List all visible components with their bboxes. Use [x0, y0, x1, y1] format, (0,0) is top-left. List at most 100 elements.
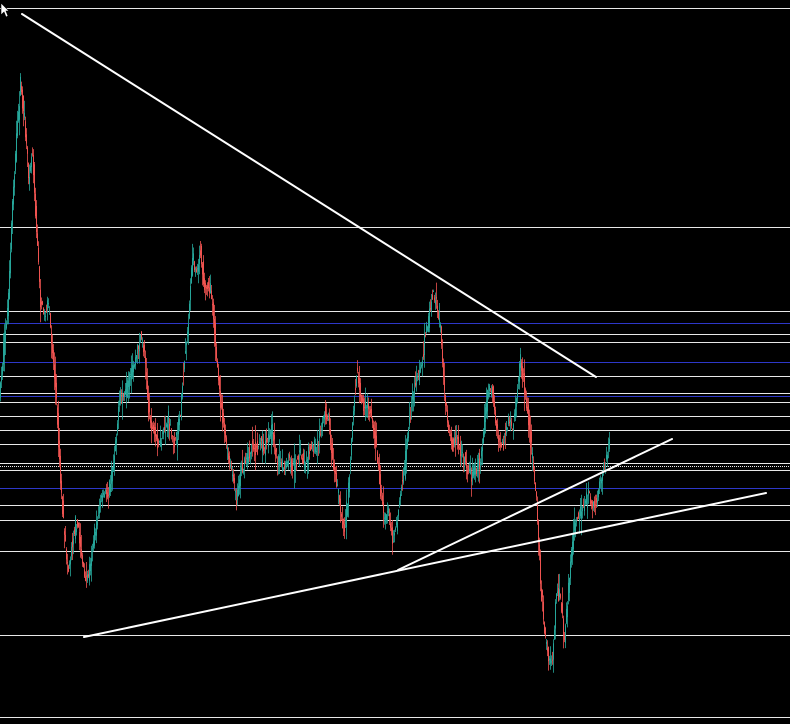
candle-body: [190, 286, 191, 301]
candle-body: [430, 308, 431, 310]
candle-body: [274, 434, 275, 440]
candle-body: [322, 421, 323, 428]
candle-body: [436, 297, 437, 299]
candle-body: [500, 442, 501, 447]
candle-body: [458, 436, 459, 449]
candle-body: [154, 426, 155, 434]
candle-body: [382, 495, 383, 505]
candle-body: [14, 175, 15, 188]
candle-body: [107, 492, 108, 498]
candle-body: [352, 422, 353, 439]
candle-body: [12, 201, 13, 226]
trendline-long-ascending-support[interactable]: [83, 492, 767, 638]
candle-body: [89, 564, 90, 581]
horizontal-levels: [0, 8, 790, 718]
candle-body: [585, 500, 586, 504]
candle-body: [435, 300, 436, 305]
candle-body: [82, 555, 83, 564]
candle-body: [52, 344, 53, 354]
candle-body: [204, 278, 205, 290]
candle-body: [37, 233, 38, 246]
candle-body: [533, 462, 534, 470]
candle-body: [58, 413, 59, 448]
candle-body: [478, 458, 479, 468]
candle-body: [380, 474, 381, 497]
candle-body: [359, 378, 360, 390]
candle-body: [69, 563, 70, 566]
candle-body: [146, 372, 147, 376]
candle-body: [57, 407, 58, 425]
candle-body: [347, 503, 348, 516]
candle-body: [363, 398, 364, 412]
candle-body: [1, 375, 2, 382]
candle-body: [28, 162, 29, 179]
candle-body: [104, 494, 105, 498]
candle-body: [251, 450, 252, 454]
candle-body: [510, 420, 511, 422]
candle-body: [554, 629, 555, 640]
candle-body: [162, 432, 163, 434]
trendlines[interactable]: [21, 13, 767, 638]
candle-body: [571, 549, 572, 563]
candle-body: [319, 429, 320, 438]
candle-body: [530, 430, 531, 448]
candle-body: [457, 437, 458, 439]
candle-body: [115, 440, 116, 452]
candle-body: [479, 453, 480, 470]
candle-body: [511, 421, 512, 426]
candle-body: [192, 257, 193, 276]
candle-body: [369, 411, 370, 415]
candle-body: [98, 515, 99, 517]
candle-body: [337, 484, 338, 486]
candle-body: [55, 373, 56, 388]
candle-body: [212, 304, 213, 306]
candle-body: [488, 391, 489, 397]
candle-body: [68, 566, 69, 572]
candle-body: [403, 469, 404, 483]
candle-body: [60, 455, 61, 484]
candle-body: [341, 514, 342, 517]
candle-body: [185, 350, 186, 354]
candle-body: [418, 371, 419, 373]
candle-body: [286, 461, 287, 465]
candle-body: [311, 444, 312, 450]
candle-body: [171, 429, 172, 434]
candle-body: [76, 528, 77, 533]
candle-body: [476, 469, 477, 474]
candle-body: [307, 459, 308, 466]
candle-body: [462, 451, 463, 453]
candle-body: [309, 451, 310, 454]
candle-body: [389, 513, 390, 517]
candle-body: [116, 438, 117, 443]
candle-body: [425, 334, 426, 337]
candle-body: [182, 386, 183, 398]
candle-body: [349, 476, 350, 493]
candle-body: [152, 426, 153, 430]
candle-body: [440, 324, 441, 328]
trendline-short-ascending-support[interactable]: [397, 438, 673, 571]
candle-body: [197, 268, 198, 270]
candle-body: [431, 301, 432, 311]
candle-body: [518, 379, 519, 382]
candle-body: [496, 420, 497, 429]
candle-body: [396, 522, 397, 526]
candle-body: [537, 503, 538, 522]
candle-body: [308, 446, 309, 461]
candle-body: [5, 331, 6, 343]
candle-body: [368, 403, 369, 410]
price-chart[interactable]: [0, 0, 790, 724]
trendline-descending-resistance[interactable]: [21, 13, 597, 378]
candle-body: [298, 455, 299, 460]
candle-body: [423, 354, 424, 358]
candle-body: [85, 576, 86, 582]
candle-body: [122, 394, 123, 404]
candle-body: [123, 393, 124, 397]
candle-body: [3, 342, 4, 365]
candle-body: [22, 89, 23, 109]
candle-body: [48, 303, 49, 305]
candle-body: [428, 316, 429, 333]
candle-body: [356, 376, 357, 386]
candle-body: [525, 389, 526, 396]
candle-body: [118, 406, 119, 421]
candle-body: [193, 253, 194, 261]
